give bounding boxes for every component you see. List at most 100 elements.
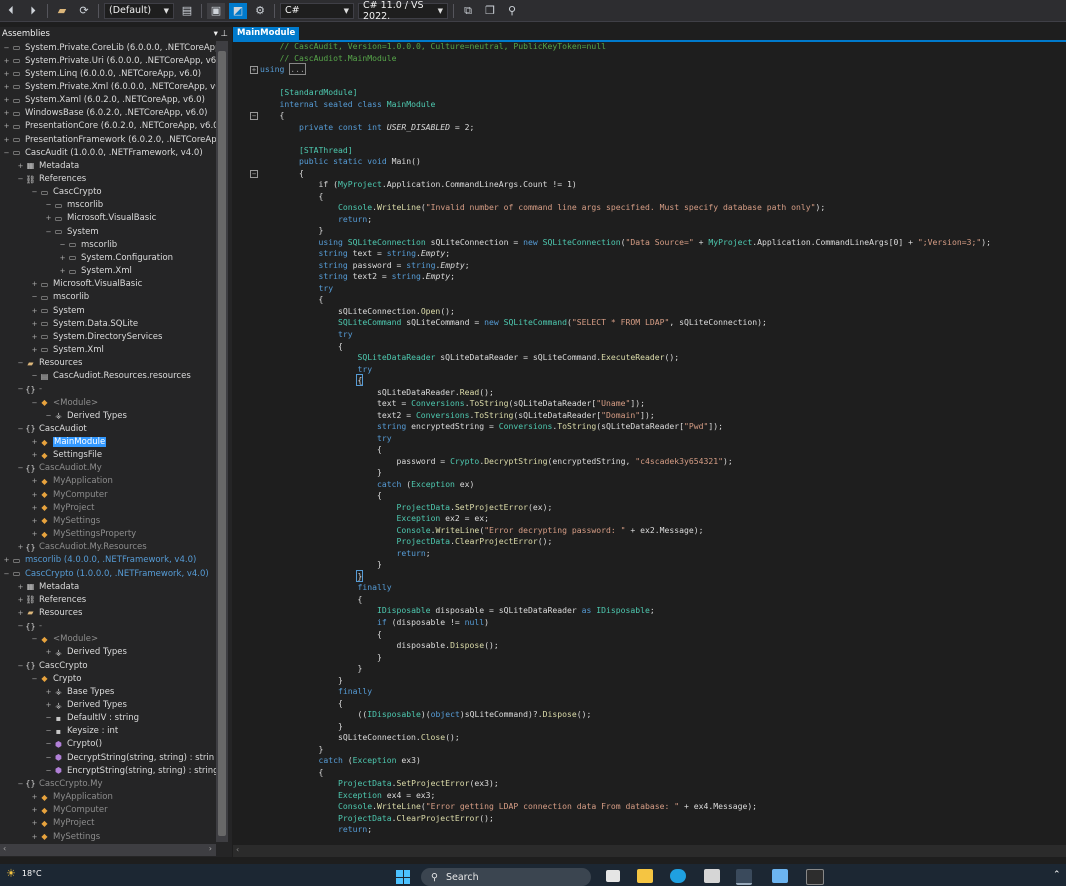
expand-icon[interactable]: +: [250, 66, 258, 75]
tree-item[interactable]: +{} CascAudiot.My.Resources: [0, 541, 147, 554]
terminal-icon[interactable]: [806, 869, 824, 885]
tree-item[interactable]: ─ ▪ DefaultIV : string: [0, 712, 139, 725]
expand-icon[interactable]: +: [2, 83, 11, 91]
tree-item[interactable]: + ▭ System: [0, 304, 85, 317]
expand-icon[interactable]: +: [30, 438, 39, 446]
expand-icon[interactable]: +: [30, 451, 39, 459]
expand-icon[interactable]: +: [44, 648, 53, 656]
tree-item[interactable]: − ▭ CascAudit (1.0.0.0, .NETFramework, v4.…: [0, 146, 203, 159]
expand-icon[interactable]: +: [30, 517, 39, 525]
tree-item[interactable]: + ◆ MyComputer: [0, 804, 108, 817]
show-internal-icon[interactable]: ▣: [207, 2, 225, 19]
expand-icon[interactable]: +: [30, 307, 39, 315]
code-view[interactable]: // CascAudit, Version=1.0.0.0, Culture=n…: [248, 41, 1066, 847]
tree-item[interactable]: + ▭ System.DirectoryServices: [0, 330, 163, 343]
manage-lists-icon[interactable]: ▤: [178, 3, 196, 19]
tree-item[interactable]: − ◆ Crypto: [0, 672, 82, 685]
expand-icon[interactable]: +: [30, 320, 39, 328]
collapse-icon[interactable]: −: [250, 112, 258, 121]
collapse-icon[interactable]: −: [16, 175, 25, 183]
pin-icon[interactable]: ▾ ⊥: [214, 29, 228, 39]
tree-item[interactable]: − ◆ <Module>: [0, 633, 99, 646]
collapse-icon[interactable]: −: [30, 675, 39, 683]
expand-icon[interactable]: +: [58, 254, 67, 262]
tree-item[interactable]: + ◆ MySettings: [0, 514, 101, 527]
tree-item[interactable]: ─ ⬢ DecryptString(string, string) : strin: [0, 751, 214, 764]
tree-horizontal-scrollbar[interactable]: ‹ ›: [0, 844, 216, 856]
expand-icon[interactable]: +: [2, 136, 11, 144]
tree-item[interactable]: ─ ⬢ Crypto(): [0, 738, 102, 751]
back-icon[interactable]: ⏴: [2, 3, 20, 19]
collapse-icon[interactable]: −: [30, 635, 39, 643]
tree-item[interactable]: + ⛓ References: [0, 593, 87, 606]
show-all-icon[interactable]: ◩: [229, 2, 247, 19]
tree-item[interactable]: − ▰ Resources: [0, 357, 83, 370]
expand-icon[interactable]: +: [2, 57, 11, 65]
tree-item[interactable]: + ▭ PresentationCore (6.0.2.0, .NETCoreApp…: [0, 120, 216, 133]
expand-icon[interactable]: +: [16, 596, 25, 604]
expand-icon[interactable]: +: [30, 346, 39, 354]
expand-icon[interactable]: +: [30, 333, 39, 341]
tree-item[interactable]: ─ ▭ mscorlib: [0, 238, 117, 251]
collapse-icon[interactable]: −: [44, 228, 53, 236]
scroll-right-icon[interactable]: ›: [209, 844, 212, 853]
tree-item[interactable]: + ▭ System.Linq (6.0.0.0, .NETCoreApp, v6.…: [0, 67, 202, 80]
language-dropdown[interactable]: C# ▼: [280, 2, 354, 19]
collapse-icon[interactable]: −: [16, 780, 25, 788]
tree-item[interactable]: + ▭ mscorlib (4.0.0.0, .NETFramework, v4.0…: [0, 554, 197, 567]
forward-icon[interactable]: ⏵: [24, 3, 42, 19]
tree-item[interactable]: ─ ▭ mscorlib: [0, 291, 89, 304]
refresh-icon[interactable]: ⟳: [75, 3, 93, 19]
tree-item[interactable]: + ◆ MyApplication: [0, 791, 113, 804]
collapse-icon[interactable]: −: [16, 464, 25, 472]
tree-item[interactable]: + ⚶ Derived Types: [0, 699, 127, 712]
tree-item[interactable]: + ◆ MyComputer: [0, 488, 108, 501]
tree-item[interactable]: + ▰ Resources: [0, 606, 83, 619]
tree-item[interactable]: −{} CascCrypto: [0, 659, 88, 672]
tree-item[interactable]: + ◆ MainModule: [0, 436, 107, 449]
expand-icon[interactable]: +: [16, 583, 25, 591]
tab-mainmodule[interactable]: MainModule: [233, 27, 300, 40]
tree-item[interactable]: + ▭ System.Xml: [0, 265, 132, 278]
expand-icon[interactable]: +: [30, 280, 39, 288]
tree-item[interactable]: − ◆ <Module>: [0, 396, 99, 409]
tree-item[interactable]: ─ ⚶ Derived Types: [0, 409, 127, 422]
tree-item[interactable]: − ▭ CascCrypto (1.0.0.0, .NETFramework, v4…: [0, 567, 209, 580]
collapse-icon[interactable]: −: [16, 425, 25, 433]
expand-icon[interactable]: +: [2, 109, 11, 117]
language-version-dropdown[interactable]: C# 11.0 / VS 2022. ▼: [358, 0, 448, 22]
tree-item[interactable]: − ⛓ References: [0, 173, 87, 186]
tree-item[interactable]: −{} -: [0, 620, 43, 633]
tree-item[interactable]: + ◆ MyApplication: [0, 475, 113, 488]
tree-item[interactable]: + ⚶ Base Types: [0, 685, 115, 698]
decompile-icon[interactable]: ⧉: [459, 3, 477, 19]
tree-item[interactable]: − ▭ System: [0, 225, 99, 238]
ilspy-app-icon[interactable]: [736, 869, 752, 885]
expand-icon[interactable]: +: [44, 214, 53, 222]
tree-item[interactable]: + ▭ PresentationFramework (6.0.2.0, .NETCo…: [0, 133, 216, 146]
taskbar-search[interactable]: ⚲ Search: [421, 868, 591, 886]
collapse-icon[interactable]: −: [16, 662, 25, 670]
collapse-icon[interactable]: −: [2, 570, 11, 578]
chevron-up-icon[interactable]: ⌃: [1053, 870, 1061, 880]
tree-item[interactable]: ─ ▤ CascAudiot.Resources.resources: [0, 370, 190, 383]
tree-item[interactable]: + ▭ System.Private.Xml (6.0.0.0, .NETCoreA…: [0, 80, 216, 93]
assembly-tree[interactable]: − ▭ System.Private.CoreLib (6.0.0.0, .NETC…: [0, 41, 216, 842]
task-view-icon[interactable]: [606, 870, 620, 882]
expand-icon[interactable]: +: [30, 477, 39, 485]
assembly-list-dropdown[interactable]: (Default) ▼: [104, 2, 174, 19]
expand-icon[interactable]: +: [58, 267, 67, 275]
tree-item[interactable]: −{} CascAudiot.My: [0, 462, 102, 475]
expand-icon[interactable]: +: [30, 793, 39, 801]
expand-icon[interactable]: +: [44, 701, 53, 709]
edge-browser-icon[interactable]: [670, 869, 686, 883]
tree-item[interactable]: ─ ▭ mscorlib: [0, 199, 103, 212]
tree-item[interactable]: − ▭ CascCrypto: [0, 186, 102, 199]
notepad-icon[interactable]: [772, 869, 788, 883]
expand-icon[interactable]: +: [16, 609, 25, 617]
tree-item[interactable]: + ⚶ Derived Types: [0, 646, 127, 659]
tree-item[interactable]: + ◆ MySettings: [0, 830, 101, 842]
tree-item[interactable]: + ▭ Microsoft.VisualBasic: [0, 212, 157, 225]
tree-item[interactable]: + ▦ Metadata: [0, 580, 80, 593]
tree-item[interactable]: + ▭ System.Configuration: [0, 251, 173, 264]
